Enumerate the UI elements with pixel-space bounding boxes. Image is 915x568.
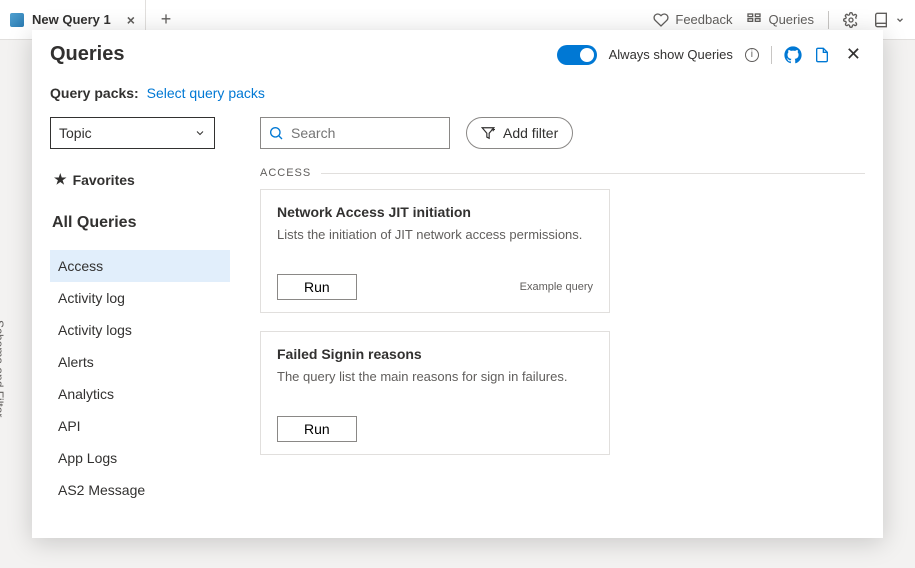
query-card: Network Access JIT initiation Lists the i…: [260, 189, 610, 313]
search-icon: [268, 125, 284, 141]
close-button[interactable]: ✕: [842, 42, 865, 67]
filter-plus-icon: [481, 126, 495, 140]
settings-button[interactable]: [843, 12, 859, 28]
card-description: Lists the initiation of JIT network acce…: [277, 226, 593, 244]
query-packs-link[interactable]: Select query packs: [147, 85, 265, 101]
chevron-down-icon: [895, 15, 905, 25]
favorites-row[interactable]: ★ Favorites: [50, 163, 230, 192]
heart-icon: [653, 12, 669, 28]
run-button[interactable]: Run: [277, 274, 357, 300]
dropdown-value: Topic: [59, 125, 92, 141]
query-tab-icon: [10, 13, 24, 27]
github-icon: [784, 46, 802, 64]
panel-button[interactable]: [873, 12, 905, 28]
queries-button[interactable]: Queries: [746, 12, 814, 28]
chevron-down-icon: [194, 127, 206, 139]
docs-link[interactable]: [814, 47, 830, 63]
section-header: ACCESS: [260, 167, 865, 179]
query-tab-label: New Query 1: [32, 12, 111, 27]
query-packs-row: Query packs: Select query packs: [32, 67, 883, 107]
topic-dropdown[interactable]: Topic: [50, 117, 215, 149]
example-tag: Example query: [520, 281, 593, 293]
modal-title: Queries: [50, 43, 124, 66]
search-input[interactable]: [260, 117, 450, 149]
query-card: Failed Signin reasons The query list the …: [260, 331, 610, 455]
all-queries-header: All Queries: [50, 206, 230, 236]
category-item[interactable]: Activity log: [50, 282, 230, 314]
always-show-toggle[interactable]: [557, 45, 597, 65]
search-box: [260, 117, 450, 149]
divider: [771, 46, 772, 64]
new-tab-button[interactable]: +: [146, 9, 186, 30]
results-panel: Add filter ACCESS Network Access JIT ini…: [230, 107, 883, 538]
close-tab-icon[interactable]: ×: [127, 12, 135, 28]
category-item[interactable]: Access: [50, 250, 230, 282]
category-item[interactable]: App Logs: [50, 442, 230, 474]
feedback-button[interactable]: Feedback: [653, 12, 732, 28]
category-item[interactable]: Activity logs: [50, 314, 230, 346]
card-title: Failed Signin reasons: [277, 346, 593, 362]
queries-modal: Queries Always show Queries i ✕ Query pa…: [32, 30, 883, 538]
queries-icon: [746, 12, 762, 28]
card-title: Network Access JIT initiation: [277, 204, 593, 220]
category-item[interactable]: Analytics: [50, 378, 230, 410]
star-icon: ★: [54, 171, 67, 188]
info-icon[interactable]: i: [745, 48, 759, 62]
category-list: AccessActivity logActivity logsAlertsAna…: [50, 250, 230, 538]
run-button[interactable]: Run: [277, 416, 357, 442]
queries-label: Queries: [768, 12, 814, 27]
github-link[interactable]: [784, 46, 802, 64]
book-icon: [873, 12, 889, 28]
category-item[interactable]: Alerts: [50, 346, 230, 378]
feedback-label: Feedback: [675, 12, 732, 27]
card-description: The query list the main reasons for sign…: [277, 368, 593, 386]
category-item[interactable]: API: [50, 410, 230, 442]
sidebar: Topic ★ Favorites All Queries AccessActi…: [50, 107, 230, 538]
results-list: Network Access JIT initiation Lists the i…: [260, 189, 865, 538]
document-icon: [814, 47, 830, 63]
query-packs-label: Query packs:: [50, 85, 139, 101]
section-title: ACCESS: [260, 167, 311, 179]
toggle-label: Always show Queries: [609, 47, 733, 62]
divider: [828, 11, 829, 29]
add-filter-button[interactable]: Add filter: [466, 117, 573, 149]
favorites-label: Favorites: [73, 172, 135, 188]
side-panel-label[interactable]: Schema and Filter: [0, 320, 6, 417]
add-filter-label: Add filter: [503, 125, 558, 141]
category-item[interactable]: AS2 Message: [50, 474, 230, 506]
gear-icon: [843, 12, 859, 28]
